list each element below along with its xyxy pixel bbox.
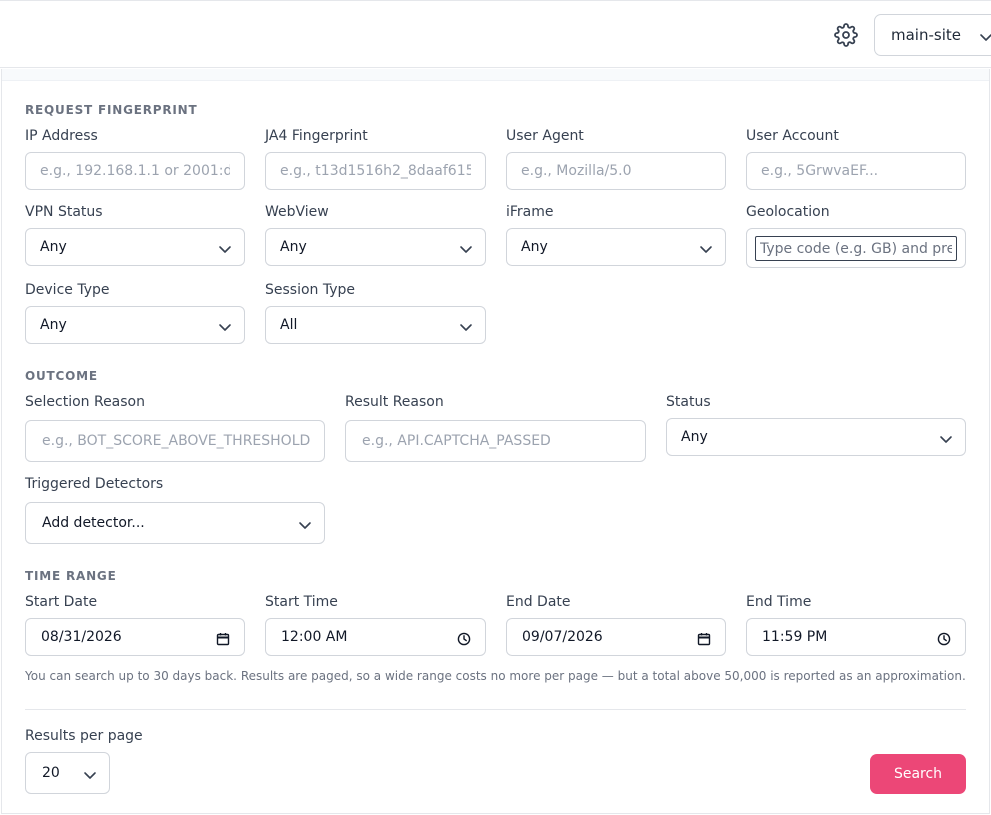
chevron-down-icon	[218, 241, 232, 260]
device-type-select[interactable]: Any	[25, 306, 245, 344]
end-date-value: 09/07/2026	[522, 629, 603, 645]
vpn-status-select[interactable]: Any	[25, 228, 245, 266]
end-date-label: End Date	[506, 594, 571, 610]
result-reason-label: Result Reason	[345, 394, 444, 410]
vpn-status-label: VPN Status	[25, 204, 103, 220]
chevron-down-icon	[939, 431, 953, 450]
end-time-input[interactable]: 11:59 PM	[746, 618, 966, 656]
ip-address-input[interactable]	[25, 152, 245, 190]
chevron-down-icon	[459, 241, 473, 260]
site-select-value: main-site	[891, 26, 961, 44]
results-per-page-value: 20	[42, 765, 60, 781]
start-date-input[interactable]: 08/31/2026	[25, 618, 245, 656]
user-agent-label: User Agent	[506, 128, 584, 144]
gear-icon[interactable]	[834, 23, 858, 47]
calendar-icon[interactable]	[216, 631, 230, 650]
triggered-detectors-value: Add detector...	[42, 515, 145, 531]
chevron-down-icon	[218, 319, 232, 338]
session-type-select[interactable]: All	[265, 306, 486, 344]
session-type-label: Session Type	[265, 282, 356, 298]
user-account-label: User Account	[746, 128, 839, 144]
geolocation-label: Geolocation	[746, 204, 830, 220]
divider	[25, 709, 966, 710]
webview-value: Any	[280, 239, 307, 255]
section-title-outcome: OUTCOME	[25, 369, 98, 383]
webview-label: WebView	[265, 204, 329, 220]
clock-icon[interactable]	[457, 631, 471, 650]
top-bar: main-site	[0, 0, 991, 68]
chevron-down-icon	[979, 29, 991, 48]
ja4-fingerprint-label: JA4 Fingerprint	[265, 128, 368, 144]
chevron-down-icon	[699, 241, 713, 260]
start-time-value: 12:00 AM	[281, 629, 348, 645]
start-time-label: Start Time	[265, 594, 338, 610]
selection-reason-label: Selection Reason	[25, 394, 145, 410]
clock-icon[interactable]	[937, 631, 951, 650]
status-value: Any	[681, 429, 708, 445]
end-time-label: End Time	[746, 594, 812, 610]
vpn-status-value: Any	[40, 239, 67, 255]
device-type-value: Any	[40, 317, 67, 333]
section-title-time-range: TIME RANGE	[25, 569, 117, 583]
end-date-input[interactable]: 09/07/2026	[506, 618, 726, 656]
end-time-value: 11:59 PM	[762, 629, 828, 645]
start-time-input[interactable]: 12:00 AM	[265, 618, 486, 656]
start-date-value: 08/31/2026	[41, 629, 122, 645]
results-per-page-label: Results per page	[25, 728, 143, 744]
results-per-page-select[interactable]: 20	[25, 752, 110, 794]
site-select[interactable]: main-site	[874, 14, 991, 56]
status-label: Status	[666, 394, 711, 410]
panel-top-strip	[2, 69, 989, 81]
section-title-fingerprint: REQUEST FINGERPRINT	[25, 103, 198, 117]
triggered-detectors-select[interactable]: Add detector...	[25, 502, 325, 544]
triggered-detectors-label: Triggered Detectors	[25, 476, 164, 492]
iframe-value: Any	[521, 239, 548, 255]
result-reason-input[interactable]	[345, 420, 646, 462]
time-range-hint: You can search up to 30 days back. Resul…	[25, 669, 966, 683]
ja4-fingerprint-input[interactable]	[265, 152, 486, 190]
webview-select[interactable]: Any	[265, 228, 486, 266]
status-select[interactable]: Any	[666, 418, 966, 456]
chevron-down-icon	[298, 517, 312, 536]
chevron-down-icon	[459, 319, 473, 338]
geolocation-field	[746, 228, 966, 268]
ip-address-label: IP Address	[25, 128, 98, 144]
user-agent-input[interactable]	[506, 152, 726, 190]
start-date-label: Start Date	[25, 594, 98, 610]
device-type-label: Device Type	[25, 282, 110, 298]
selection-reason-input[interactable]	[25, 420, 325, 462]
chevron-down-icon	[83, 767, 97, 786]
session-type-value: All	[280, 317, 298, 333]
iframe-select[interactable]: Any	[506, 228, 726, 266]
user-account-input[interactable]	[746, 152, 966, 190]
calendar-icon[interactable]	[697, 631, 711, 650]
iframe-label: iFrame	[506, 204, 554, 220]
geolocation-input[interactable]	[755, 236, 957, 261]
search-button[interactable]: Search	[870, 754, 966, 794]
